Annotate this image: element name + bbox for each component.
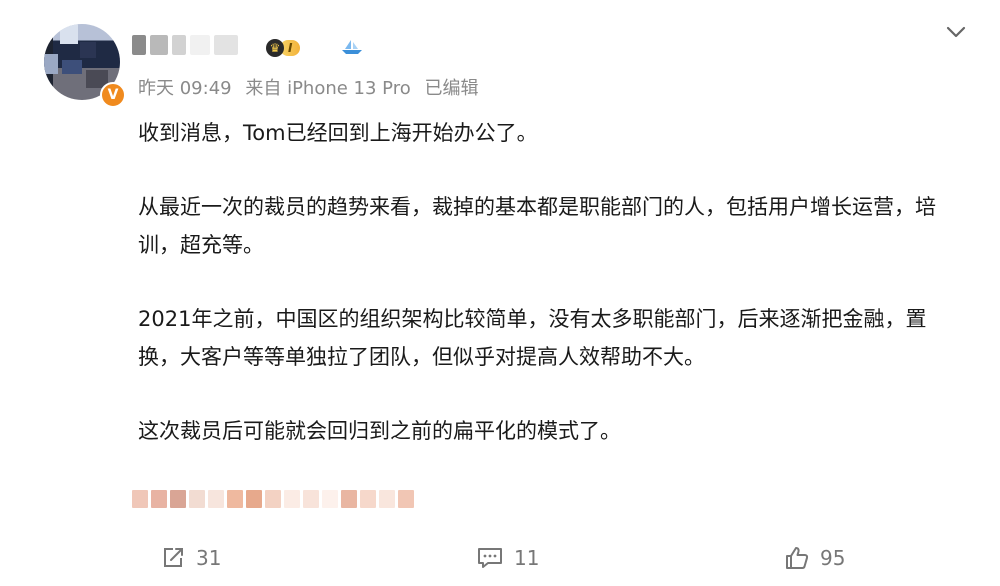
verified-badge: V [100,82,126,108]
boat-icon[interactable] [340,38,364,56]
avatar-pixel [62,60,82,74]
post-time: 昨天 09:49 [138,78,232,99]
avatar-pixel [60,24,78,44]
post-body: 收到消息，Tom已经回到上海开始办公了。 从最近一次的裁员的趋势来看，裁掉的基本… [138,114,968,450]
redaction-block [398,490,414,508]
username-redacted[interactable] [132,32,242,58]
comment-button[interactable]: 11 [476,536,539,580]
boat-icon-svg [342,40,362,54]
redaction-block [208,490,224,508]
redaction-block [360,490,376,508]
post-paragraph: 收到消息，Tom已经回到上海开始办公了。 [138,121,538,145]
post-paragraph: 2021年之前，中国区的组织架构比较简单，没有太多职能部门，后来逐渐把金融，置换… [138,307,927,369]
redaction-block [322,490,338,508]
redaction-block [265,490,281,508]
redaction-block [227,490,243,508]
post-paragraph: 从最近一次的裁员的趋势来看，裁掉的基本都是职能部门的人，包括用户增长运营，培训，… [138,195,936,257]
avatar-pixel [80,42,96,58]
post-edited-label[interactable]: 已编辑 [424,78,478,99]
vip-level-badge[interactable]: ♛ I [266,38,301,58]
redaction-block [246,490,262,508]
avatar-pixel [44,54,58,74]
action-bar: 31 11 95 [0,536,1000,580]
redaction-block [214,35,238,55]
repost-button[interactable]: 31 [160,536,221,580]
redaction-block [379,490,395,508]
post-paragraph: 这次裁员后可能就会回归到之前的扁平化的模式了。 [138,419,621,443]
redaction-block [303,490,319,508]
like-button[interactable]: 95 [784,536,845,580]
redaction-block [189,490,205,508]
weibo-post: V ♛ I 昨天 09:49 来自 iPhone 13 Pro 已编辑 收到消息… [0,0,1000,586]
redaction-block [132,35,146,55]
comment-icon [478,548,502,568]
post-source: 来自 iPhone 13 Pro [245,78,411,99]
redaction-block [172,35,186,55]
thumbs-up-icon [786,547,809,569]
redaction-block [170,490,186,508]
share-icon [164,548,183,567]
chevron-down-icon[interactable] [942,18,970,46]
redaction-block [284,490,300,508]
redacted-line [132,490,414,508]
repost-count: 31 [196,546,222,570]
redaction-block [190,35,210,55]
redaction-block [151,490,167,508]
crown-icon: ♛ [266,39,284,57]
comment-count: 11 [514,546,540,570]
redaction-block [150,35,168,55]
chevron-down-icon-svg [946,26,966,38]
redaction-block [341,490,357,508]
like-count: 95 [820,546,846,570]
post-meta: 昨天 09:49 来自 iPhone 13 Pro 已编辑 [138,74,486,100]
redaction-block [132,490,148,508]
